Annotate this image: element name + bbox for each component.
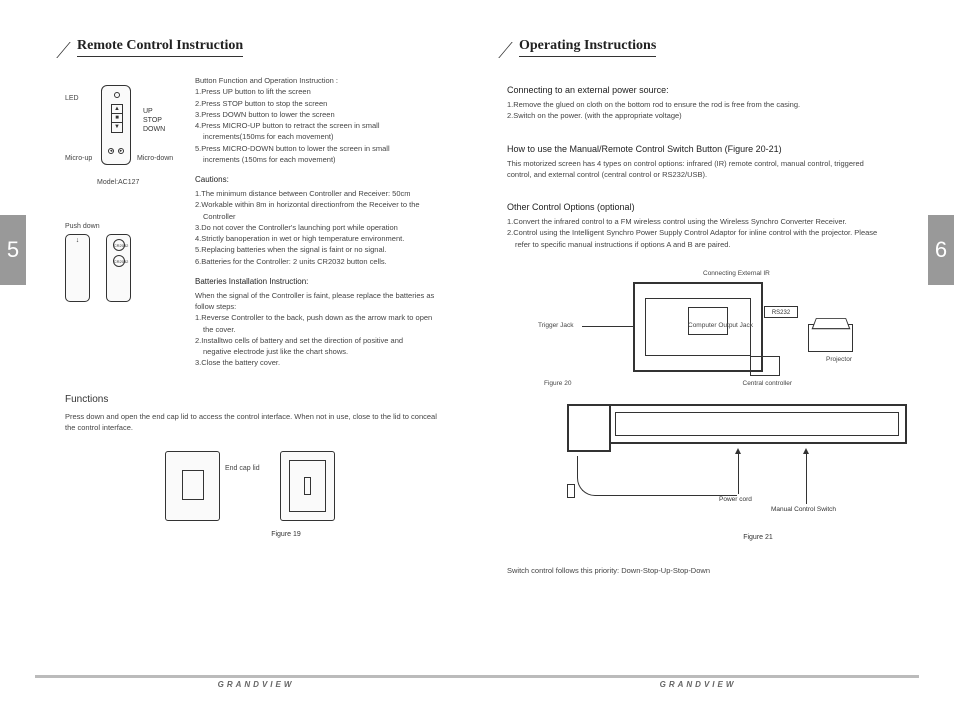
brand-right: GRANDVIEW — [660, 680, 737, 689]
sec3-2b: refer to specific manual instructions if… — [507, 239, 889, 250]
remote-text-column: Button Function and Operation Instructio… — [185, 75, 447, 369]
label-central-controller: Central controller — [743, 380, 793, 387]
functions-head: Functions — [65, 394, 447, 405]
page-left: Remote Control Instruction LED ▲ ■ ▼ — [35, 0, 477, 703]
bf-2: 2.Press STOP button to stop the screen — [195, 98, 447, 109]
label-projector: Projector — [826, 356, 852, 363]
plug-icon — [567, 484, 575, 498]
left-footer: GRANDVIEW — [35, 675, 477, 689]
c-6: 6.Batteries for the Controller: 2 units … — [195, 256, 447, 267]
sec2-text: This motorized screen has 4 types on con… — [507, 158, 889, 181]
button-func-head: Button Function and Operation Instructio… — [195, 75, 447, 86]
brand-left: GRANDVIEW — [218, 680, 295, 689]
figure-20-caption: Figure 20 — [544, 380, 571, 387]
batt-head: Batteries Installation Instruction: — [195, 277, 447, 286]
figure-19-row: End cap lid — [65, 451, 447, 521]
figure-20: Trigger Jack Connecting External IR Comp… — [538, 270, 858, 390]
endcap-closed-icon — [165, 451, 220, 521]
label-led: LED — [65, 95, 79, 102]
remote-instruction-block: LED ▲ ■ ▼ ◂▸ UP — [65, 75, 447, 369]
remote-back-diagram: ↓ CR2032 CR2032 — [65, 234, 185, 302]
bs-1: 1.Reverse Controller to the back, push d… — [195, 312, 447, 323]
batt-intro: When the signal of the Controller is fai… — [195, 290, 447, 313]
bs-2: 2.Installtwo cells of battery and set th… — [195, 335, 447, 346]
bf-5: 5.Press MICRO-DOWN button to lower the s… — [195, 143, 447, 154]
central-controller-icon — [750, 356, 780, 376]
bf-3: 3.Press DOWN button to lower the screen — [195, 109, 447, 120]
c-5: 5.Replacing batteries when the signal is… — [195, 244, 447, 255]
priority-text: Switch control follows this priority: Do… — [507, 565, 889, 576]
remote-back-open-icon: CR2032 CR2032 — [106, 234, 131, 302]
screen-housing-icon — [607, 404, 907, 444]
sec3-head: Other Control Options (optional) — [507, 202, 889, 212]
figure-21: Power cord Manual Control Switch — [567, 404, 907, 524]
endcap-open-icon — [280, 451, 335, 521]
figure-19-caption: Figure 19 — [65, 531, 447, 538]
c-1: 1.The minimum distance between Controlle… — [195, 188, 447, 199]
page-right: Operating Instructions Connecting to an … — [477, 0, 919, 703]
label-manual-switch: Manual Control Switch — [771, 506, 836, 513]
label-push-down: Push down — [65, 223, 185, 230]
sec1-1: 1.Remove the glued on cloth on the botto… — [507, 99, 889, 110]
rs232-box: RS232 — [764, 306, 798, 318]
bf-4: 4.Press MICRO-UP button to retract the s… — [195, 120, 447, 131]
sec3-1: 1.Convert the infrared control to a FM w… — [507, 216, 889, 227]
label-model: Model:AC127 — [97, 179, 139, 186]
bf-1: 1.Press UP button to lift the screen — [195, 86, 447, 97]
label-end-cap-lid: End cap lid — [225, 465, 260, 472]
figure-21-caption: Figure 21 — [507, 534, 889, 541]
label-trigger-jack: Trigger Jack — [538, 322, 574, 329]
left-section-title: Remote Control Instruction — [77, 38, 243, 57]
remote-back-closed-icon: ↓ — [65, 234, 90, 302]
remote-diagram-column: LED ▲ ■ ▼ ◂▸ UP — [65, 75, 185, 369]
right-section-title: Operating Instructions — [519, 38, 656, 57]
c-2: 2.Workable within 8m in horizontal direc… — [195, 199, 447, 210]
c-3: 3.Do not cover the Controller's launchin… — [195, 222, 447, 233]
cautions-head: Cautions: — [195, 175, 447, 184]
bf-4b: increments(150ms for each movement) — [195, 131, 447, 142]
c-2b: Controller — [195, 211, 447, 222]
label-up: UP — [143, 107, 165, 116]
bs-2b: negative electrode just like the chart s… — [195, 346, 447, 357]
sec3-2: 2.Control using the Intelligent Synchro … — [507, 227, 889, 238]
c-4: 4.Strictly banoperation in wet or high t… — [195, 233, 447, 244]
sec1-head: Connecting to an external power source: — [507, 85, 889, 95]
page-number-left: 5 — [0, 215, 26, 285]
label-down: DOWN — [143, 125, 165, 134]
page-number-right: 6 — [928, 215, 954, 285]
label-power-cord: Power cord — [719, 496, 752, 503]
label-stop: STOP — [143, 116, 165, 125]
label-comp-out: Computer Output Jack — [688, 322, 753, 329]
bf-5b: increments (150ms for each movement) — [195, 154, 447, 165]
right-footer: GRANDVIEW — [477, 675, 919, 689]
projector-icon — [808, 324, 853, 352]
bs-1b: the cover. — [195, 324, 447, 335]
sec1-2: 2.Switch on the power. (with the appropr… — [507, 110, 889, 121]
page-spread: Remote Control Instruction LED ▲ ■ ▼ — [35, 0, 919, 703]
label-micro-up: Micro-up — [65, 155, 92, 162]
bs-3: 3.Close the battery cover. — [195, 357, 447, 368]
label-ext-ir: Connecting External IR — [703, 270, 770, 277]
label-micro-down: Micro-down — [137, 155, 173, 162]
endcap-side-icon — [567, 404, 611, 452]
power-cord-icon — [577, 456, 737, 496]
remote-front-icon: ▲ ■ ▼ ◂▸ — [101, 85, 131, 165]
sec2-head: How to use the Manual/Remote Control Swi… — [507, 144, 889, 154]
functions-text: Press down and open the end cap lid to a… — [65, 411, 447, 434]
